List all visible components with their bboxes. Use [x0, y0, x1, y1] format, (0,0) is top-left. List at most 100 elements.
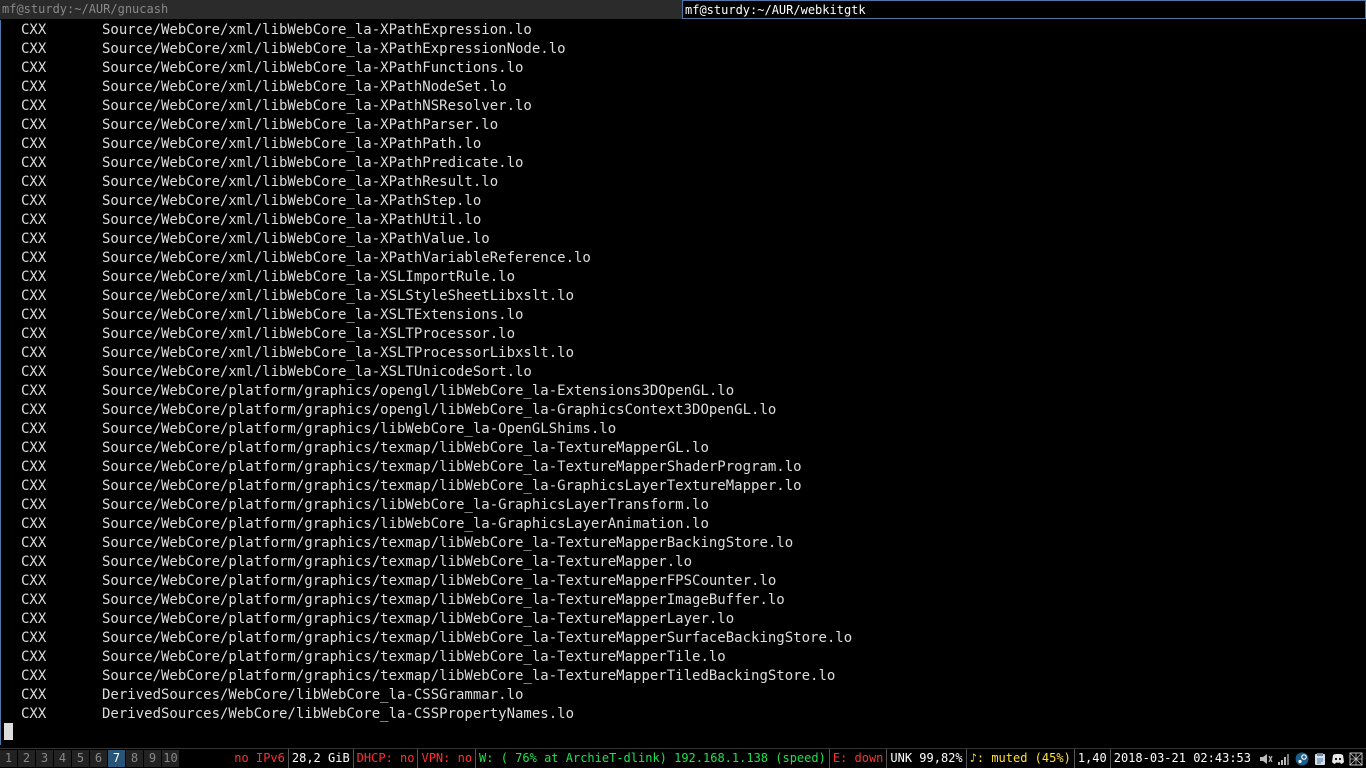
build-target-path: Source/WebCore/xml/libWebCore_la-XPathPa…	[102, 117, 499, 133]
build-target-path: Source/WebCore/platform/graphics/opengl/…	[102, 402, 777, 418]
steam-icon[interactable]	[1294, 751, 1310, 767]
build-command: CXX	[21, 421, 47, 437]
build-command: CXX	[21, 60, 47, 76]
build-command: CXX	[21, 364, 47, 380]
discord-icon[interactable]	[1330, 751, 1346, 767]
status-item: UNK 99,82%	[887, 749, 967, 768]
system-tray	[1258, 751, 1366, 767]
build-target-path: Source/WebCore/platform/graphics/libWebC…	[102, 421, 617, 437]
build-command: CXX	[21, 307, 47, 323]
build-target-path: DerivedSources/WebCore/libWebCore_la-CSS…	[102, 706, 575, 722]
build-target-path: Source/WebCore/xml/libWebCore_la-XPathVa…	[102, 250, 591, 266]
workspace-button-9[interactable]: 9	[144, 750, 161, 767]
build-target-path: Source/WebCore/platform/graphics/texmap/…	[102, 459, 802, 475]
build-command: CXX	[21, 288, 47, 304]
build-target-path: Source/WebCore/xml/libWebCore_la-XPathEx…	[102, 22, 532, 38]
build-command: CXX	[21, 231, 47, 247]
build-target-path: Source/WebCore/xml/libWebCore_la-XPathUt…	[102, 212, 482, 228]
build-command: CXX	[21, 478, 47, 494]
build-command: CXX	[21, 117, 47, 133]
status-item: 28,2 GiB	[289, 749, 354, 768]
build-target-path: Source/WebCore/xml/libWebCore_la-XSLTUni…	[102, 364, 532, 380]
build-command: CXX	[21, 668, 47, 684]
build-target-path: Source/WebCore/platform/graphics/texmap/…	[102, 649, 726, 665]
keyboard-icon[interactable]	[1348, 751, 1364, 767]
build-command: CXX	[21, 98, 47, 114]
status-item: no IPv6	[231, 749, 289, 768]
build-target-path: Source/WebCore/xml/libWebCore_la-XSLImpo…	[102, 269, 516, 285]
build-command: CXX	[21, 440, 47, 456]
build-command: CXX	[21, 687, 47, 703]
build-target-path: Source/WebCore/platform/graphics/texmap/…	[102, 440, 709, 456]
build-target-path: Source/WebCore/platform/graphics/texmap/…	[102, 611, 735, 627]
build-command: CXX	[21, 630, 47, 646]
build-target-path: Source/WebCore/platform/graphics/opengl/…	[102, 383, 735, 399]
build-target-path: DerivedSources/WebCore/libWebCore_la-CSS…	[102, 687, 524, 703]
workspace-button-3[interactable]: 3	[36, 750, 53, 767]
build-command: CXX	[21, 402, 47, 418]
build-command: CXX	[21, 497, 47, 513]
workspace-button-4[interactable]: 4	[54, 750, 71, 767]
build-target-path: Source/WebCore/xml/libWebCore_la-XPathNo…	[102, 79, 507, 95]
workspace-button-5[interactable]: 5	[72, 750, 89, 767]
status-item: DHCP: no	[354, 749, 419, 768]
build-target-path: Source/WebCore/xml/libWebCore_la-XPathVa…	[102, 231, 490, 247]
build-command: CXX	[21, 535, 47, 551]
workspace-button-6[interactable]: 6	[90, 750, 107, 767]
tab-bar: mf@sturdy:~/AUR/gnucash mf@sturdy:~/AUR/w…	[0, 0, 1366, 19]
build-target-path: Source/WebCore/xml/libWebCore_la-XPathPr…	[102, 155, 524, 171]
workspace-button-1[interactable]: 1	[0, 750, 17, 767]
workspace-button-2[interactable]: 2	[18, 750, 35, 767]
build-command: CXX	[21, 22, 47, 38]
build-target-path: Source/WebCore/platform/graphics/texmap/…	[102, 554, 693, 570]
build-command: CXX	[21, 516, 47, 532]
build-command: CXX	[21, 79, 47, 95]
build-command: CXX	[21, 573, 47, 589]
status-item: E: down	[830, 749, 888, 768]
build-command: CXX	[21, 326, 47, 342]
build-target-path: Source/WebCore/xml/libWebCore_la-XPathRe…	[102, 174, 499, 190]
build-command: CXX	[21, 174, 47, 190]
build-target-path: Source/WebCore/xml/libWebCore_la-XPathNS…	[102, 98, 532, 114]
status-items: no IPv6 28,2 GiB DHCP: no VPN: no W: ( 76% a…	[231, 749, 1254, 768]
build-command: CXX	[21, 136, 47, 152]
status-item: 1,40	[1075, 749, 1111, 768]
workspace-button-7[interactable]: 7	[108, 750, 125, 767]
build-target-path: Source/WebCore/xml/libWebCore_la-XPathPa…	[102, 136, 482, 152]
network-signal-icon[interactable]	[1276, 751, 1292, 767]
build-target-path: Source/WebCore/xml/libWebCore_la-XSLStyl…	[102, 288, 575, 304]
build-target-path: Source/WebCore/platform/graphics/texmap/…	[102, 592, 785, 608]
build-target-path: Source/WebCore/platform/graphics/texmap/…	[102, 535, 794, 551]
build-command: CXX	[21, 706, 47, 722]
build-target-path: Source/WebCore/xml/libWebCore_la-XSLTExt…	[102, 307, 524, 323]
terminal-cursor	[4, 723, 13, 740]
clipboard-icon[interactable]	[1312, 751, 1328, 767]
tab-inactive[interactable]: mf@sturdy:~/AUR/gnucash	[0, 0, 682, 19]
build-target-path: Source/WebCore/xml/libWebCore_la-XSLTPro…	[102, 326, 516, 342]
build-command: CXX	[21, 592, 47, 608]
build-target-path: Source/WebCore/xml/libWebCore_la-XPathEx…	[102, 41, 566, 57]
build-command: CXX	[21, 383, 47, 399]
status-item: W: ( 76% at ArchieT-dlink) 192.168.1.138…	[476, 749, 830, 768]
build-command: CXX	[21, 269, 47, 285]
build-command: CXX	[21, 554, 47, 570]
build-target-path: Source/WebCore/platform/graphics/texmap/…	[102, 573, 777, 589]
build-target-path: Source/WebCore/platform/graphics/libWebC…	[102, 516, 709, 532]
build-command: CXX	[21, 212, 47, 228]
workspace-button-8[interactable]: 8	[126, 750, 143, 767]
status-item: VPN: no	[418, 749, 477, 768]
build-command: CXX	[21, 649, 47, 665]
status-bar: 1 2 3 4 5 6 7 8 9 10 no IPv6 28,2 GiB DHCP: no VPN: …	[0, 748, 1366, 768]
terminal-window[interactable]: CXX Source/WebCore/xml/libWebCore_la-XPat…	[0, 20, 1366, 745]
build-target-path: Source/WebCore/xml/libWebCore_la-XPathSt…	[102, 193, 482, 209]
workspace-switcher: 1 2 3 4 5 6 7 8 9 10	[0, 750, 180, 767]
build-target-path: Source/WebCore/platform/graphics/texmap/…	[102, 478, 802, 494]
build-command: CXX	[21, 155, 47, 171]
build-target-path: Source/WebCore/platform/graphics/texmap/…	[102, 668, 836, 684]
status-item: ♪: muted (45%)	[967, 749, 1075, 768]
speaker-icon[interactable]	[1258, 751, 1274, 767]
workspace-button-10[interactable]: 10	[162, 750, 179, 767]
tab-active[interactable]: mf@sturdy:~/AUR/webkitgtk	[682, 0, 1366, 19]
build-target-path: Source/WebCore/xml/libWebCore_la-XSLTPro…	[102, 345, 575, 361]
build-command: CXX	[21, 41, 47, 57]
